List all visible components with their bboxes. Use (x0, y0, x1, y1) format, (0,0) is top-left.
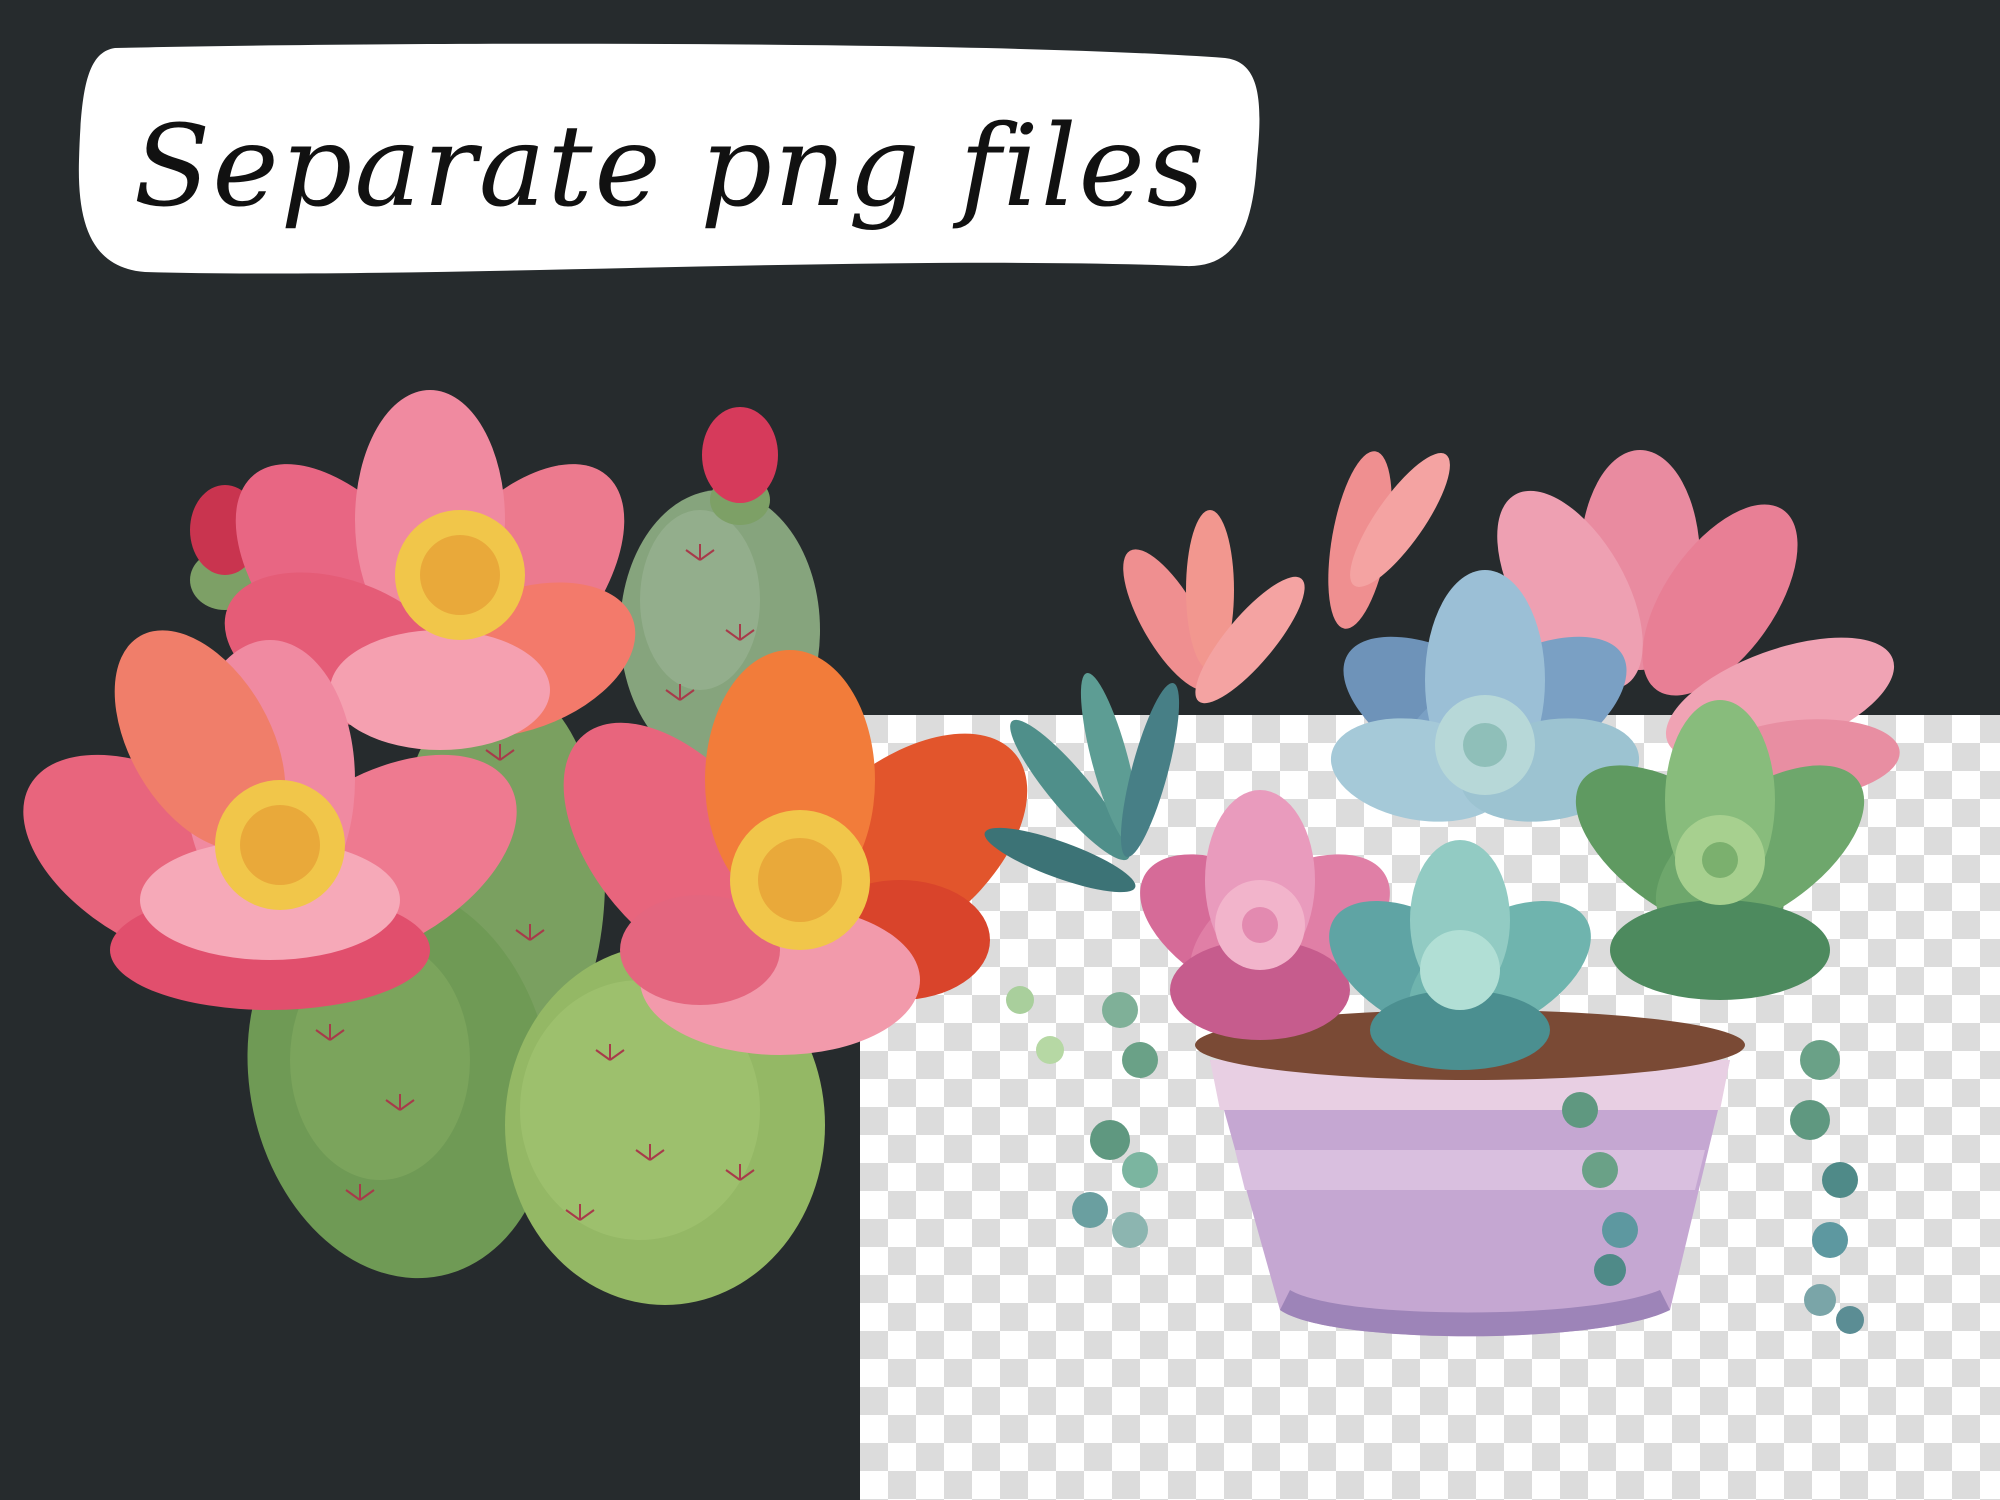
product-image: Separate png files (0, 0, 2000, 1500)
succulent-illustration (984, 450, 1900, 1337)
